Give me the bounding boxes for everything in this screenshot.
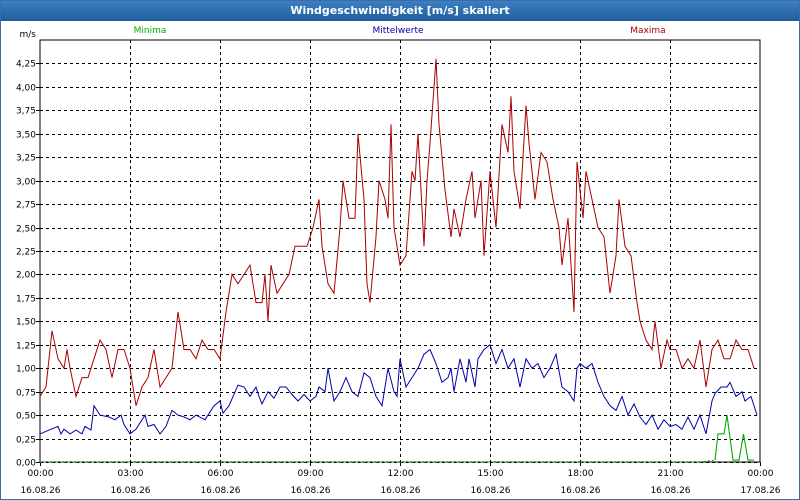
y-tick-label: 1,25 bbox=[16, 342, 36, 352]
x-tick-label-date: 16.08.26 bbox=[290, 486, 330, 496]
y-tick-label: 2,75 bbox=[16, 201, 36, 211]
y-tick-label: 2,25 bbox=[16, 248, 36, 258]
x-tick-label-date: 16.08.26 bbox=[560, 486, 600, 496]
y-axis-label: m/s bbox=[20, 30, 37, 40]
x-tick-label-date: 16.08.26 bbox=[380, 486, 420, 496]
y-tick-label: 4,25 bbox=[16, 60, 36, 70]
y-tick-label: 0,25 bbox=[16, 436, 36, 446]
y-tick-label: 3,75 bbox=[16, 107, 36, 117]
chart-legend: Minima Mittelwerte Maxima bbox=[134, 26, 666, 36]
legend-label-maxima: Maxima bbox=[630, 26, 665, 36]
series-line-mittelwerte bbox=[39, 343, 758, 435]
x-tick-label-time: 18:00 bbox=[568, 469, 594, 479]
x-tick-label-time: 21:00 bbox=[658, 469, 684, 479]
x-tick-label-date: 16.08.26 bbox=[650, 486, 690, 496]
x-tick-label-time: 12:00 bbox=[388, 469, 414, 479]
x-tick-label-date: 16.08.26 bbox=[470, 486, 510, 496]
x-tick-label-date: 16.08.26 bbox=[20, 486, 60, 496]
y-tick-label: 1,75 bbox=[16, 295, 36, 305]
y-tick-label: 3,50 bbox=[16, 131, 36, 141]
y-tick-label: 1,00 bbox=[16, 365, 36, 375]
y-tick-label: 3,25 bbox=[16, 154, 36, 164]
legend-label-mittelwerte: Mittelwerte bbox=[372, 26, 423, 36]
x-tick-label-date: 17.08.26 bbox=[740, 486, 780, 496]
x-tick-label-time: 03:00 bbox=[118, 469, 144, 479]
y-tick-label: 0,00 bbox=[16, 459, 36, 469]
x-tick-label-date: 16.08.26 bbox=[110, 486, 150, 496]
y-tick-label: 4,00 bbox=[16, 84, 36, 94]
legend-label-minima: Minima bbox=[134, 26, 167, 36]
y-tick-label: 2,50 bbox=[16, 225, 36, 235]
x-tick-label-date: 16.08.26 bbox=[200, 486, 240, 496]
chart-grid bbox=[39, 39, 761, 463]
x-tick-label-time: 06:00 bbox=[208, 469, 234, 479]
y-tick-label: 3,00 bbox=[16, 178, 36, 188]
y-tick-label: 2,00 bbox=[16, 271, 36, 281]
y-tick-label: 0,75 bbox=[16, 389, 36, 399]
wind-speed-chart: 0,00 0,25 0,50 0,75 1,00 1,25 1,50 1,75 2,00 2,25… bbox=[16, 26, 781, 496]
x-tick-label-time: 00:00 bbox=[28, 469, 54, 479]
y-tick-label: 0,50 bbox=[16, 412, 36, 422]
x-tick-label-time: 15:00 bbox=[478, 469, 504, 479]
x-tick-label-time: 09:00 bbox=[298, 469, 324, 479]
y-tick-label: 1,50 bbox=[16, 318, 36, 328]
chart-series bbox=[39, 58, 758, 463]
x-tick-label-time: 00:00 bbox=[748, 469, 774, 479]
series-line-minima-spikes bbox=[714, 415, 754, 461]
